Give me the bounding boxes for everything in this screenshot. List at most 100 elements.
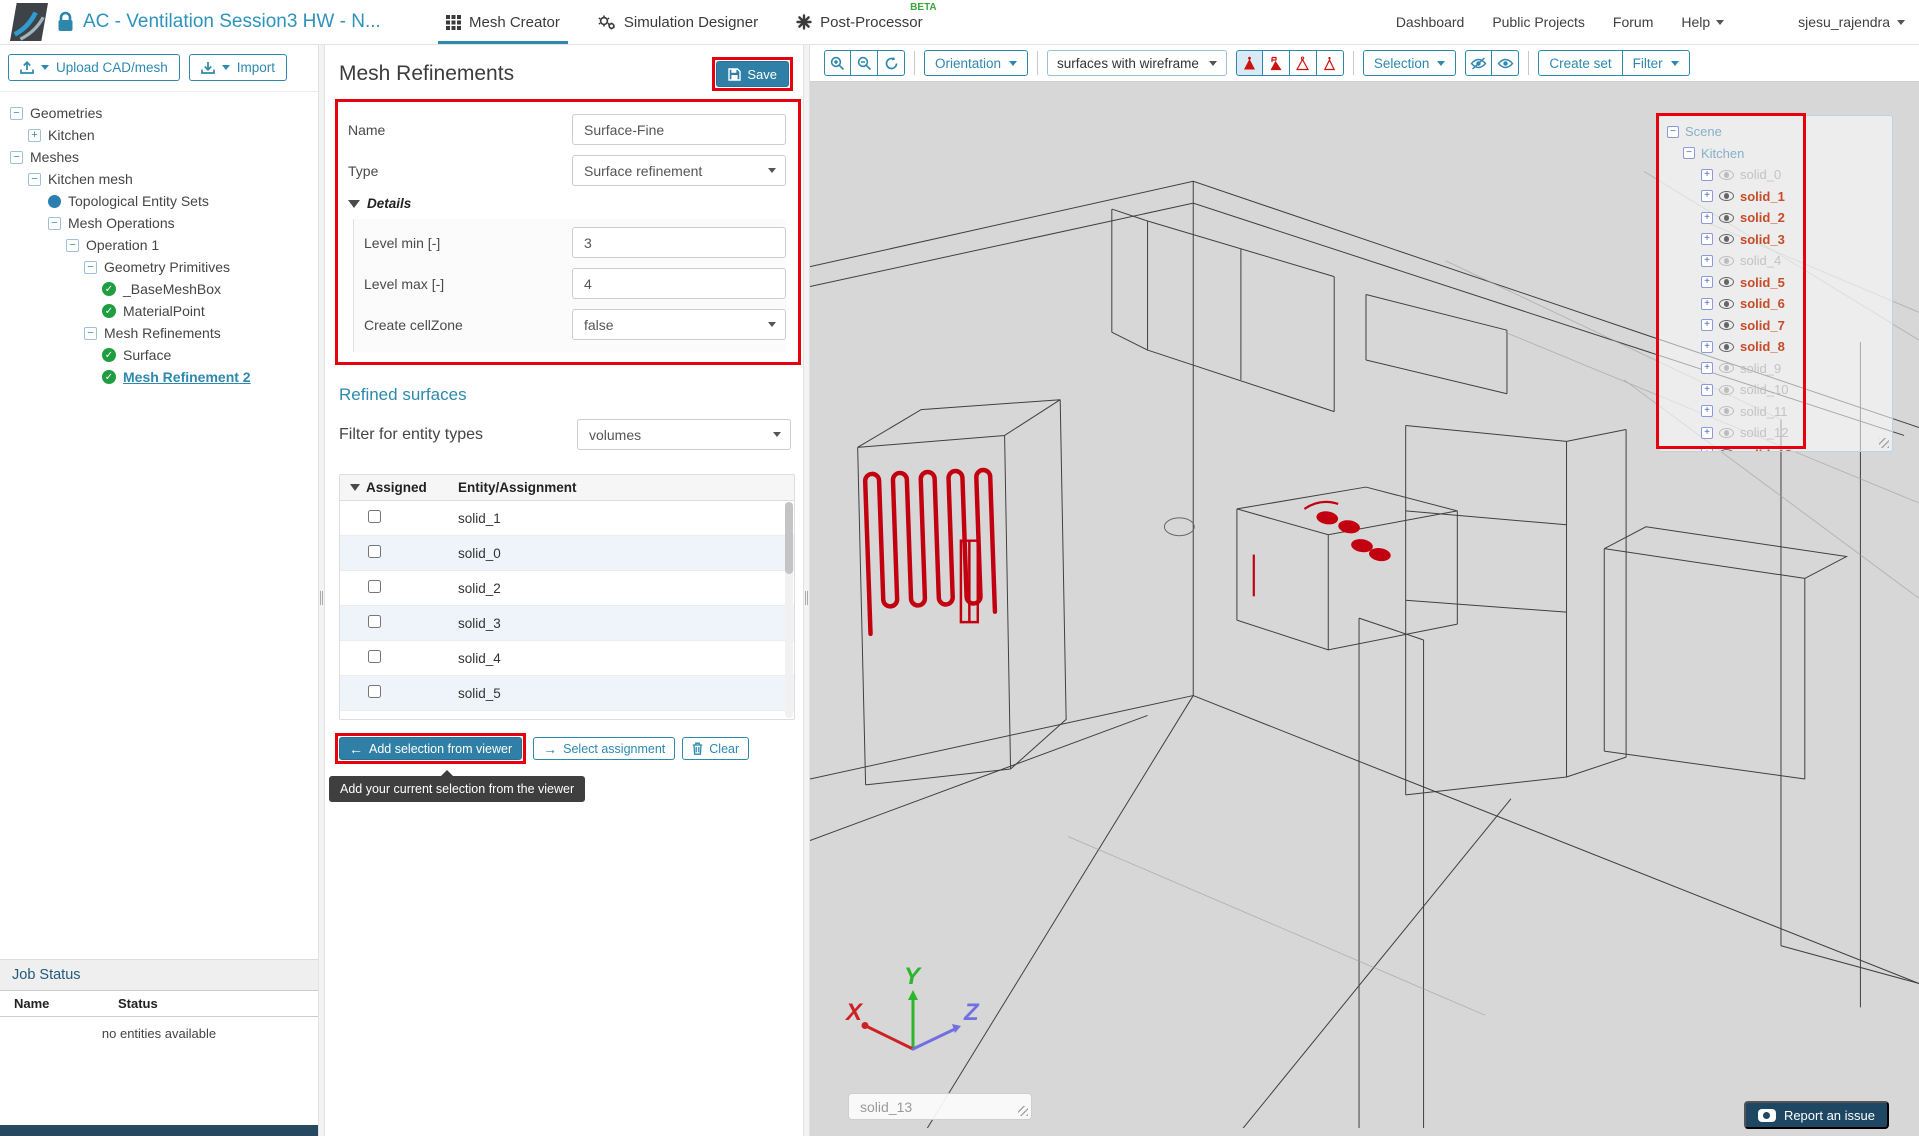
cellzone-select[interactable]: false (572, 309, 786, 340)
overlay-solid-node[interactable]: solid_13 (1701, 444, 1884, 451)
user-menu[interactable]: sjesu_rajendra (1798, 14, 1905, 30)
filter-dropdown[interactable]: Filter (1622, 50, 1690, 76)
panel-resize-handle[interactable] (318, 45, 325, 1136)
expand-icon[interactable] (1701, 319, 1713, 332)
upload-cad-mesh-button[interactable]: Upload CAD/mesh (8, 54, 180, 81)
resize-handle-icon[interactable] (1879, 438, 1889, 448)
overlay-solid-node[interactable]: solid_2 (1701, 207, 1884, 229)
eye-icon[interactable] (1719, 406, 1734, 417)
select-assignment-button[interactable]: → Select assignment (533, 737, 676, 760)
expand-icon[interactable] (1701, 168, 1713, 181)
overlay-solid-node[interactable]: solid_4 (1701, 250, 1884, 272)
overlay-solid-node[interactable]: solid_0 (1701, 164, 1884, 186)
nav-forum[interactable]: Forum (1613, 14, 1653, 30)
marker-cone-flag-button[interactable] (1262, 50, 1290, 76)
tree-item-kitchen[interactable]: Kitchen (28, 124, 312, 146)
expand-icon[interactable] (1701, 233, 1713, 246)
add-selection-from-viewer-button[interactable]: ← Add selection from viewer (339, 737, 523, 760)
name-input[interactable] (572, 114, 786, 145)
tree-item-kitchen-mesh[interactable]: Kitchen mesh (28, 168, 312, 190)
eye-icon[interactable] (1719, 384, 1734, 395)
tree-item-mesh-operations[interactable]: Mesh Operations (48, 212, 312, 234)
details-section-header[interactable]: Details (348, 196, 786, 211)
eye-icon[interactable] (1719, 255, 1734, 266)
collapse-icon[interactable] (84, 260, 97, 274)
eye-icon[interactable] (1719, 169, 1734, 180)
collapse-icon[interactable] (1683, 147, 1695, 160)
entity-column-header[interactable]: Entity/Assignment (458, 480, 577, 495)
collapse-icon[interactable] (48, 216, 61, 230)
expand-icon[interactable] (1701, 340, 1713, 353)
expand-icon[interactable] (1701, 362, 1713, 375)
marker-cone-outline-button[interactable] (1289, 50, 1317, 76)
expand-icon[interactable] (1701, 383, 1713, 396)
assign-checkbox[interactable] (368, 685, 381, 698)
import-button[interactable]: Import (188, 54, 288, 81)
eye-icon[interactable] (1719, 298, 1734, 309)
show-selection-button[interactable] (1492, 50, 1520, 76)
report-issue-button[interactable]: Report an issue (1743, 1101, 1889, 1129)
expand-icon[interactable] (1701, 448, 1713, 451)
create-set-button[interactable]: Create set (1538, 50, 1623, 76)
viewer-3d-canvas[interactable]: Scene Kitchen solid_0 solid_1 (810, 82, 1919, 1136)
table-row[interactable]: solid_0 (340, 536, 794, 571)
collapse-icon[interactable] (28, 172, 41, 186)
tab-simulation-designer[interactable]: Simulation Designer (598, 0, 758, 44)
expand-icon[interactable] (1701, 254, 1713, 267)
assign-checkbox[interactable] (368, 650, 381, 663)
collapse-icon[interactable] (1667, 125, 1679, 138)
level-max-input[interactable] (572, 268, 786, 299)
eye-icon[interactable] (1719, 449, 1734, 451)
zoom-in-button[interactable] (824, 50, 851, 76)
table-scrollbar[interactable] (785, 502, 793, 718)
tree-item-basemeshbox[interactable]: _BaseMeshBox (102, 278, 312, 300)
table-row[interactable]: solid_2 (340, 571, 794, 606)
collapse-icon[interactable] (10, 106, 23, 120)
axes-orientation-gizmo[interactable]: Y X Z (838, 954, 988, 1079)
level-min-input[interactable] (572, 227, 786, 258)
type-select[interactable]: Surface refinement (572, 155, 786, 186)
tree-item-geometry-primitives[interactable]: Geometry Primitives (84, 256, 312, 278)
reset-view-button[interactable] (878, 50, 905, 76)
tree-item-mesh-refinement-2[interactable]: Mesh Refinement 2 (102, 366, 312, 388)
stove-burners-highlight[interactable] (1316, 510, 1392, 563)
eye-icon[interactable] (1719, 363, 1734, 374)
overlay-scene-node[interactable]: Scene (1667, 121, 1884, 143)
assign-checkbox[interactable] (368, 545, 381, 558)
overlay-solid-node[interactable]: solid_6 (1701, 293, 1884, 315)
expand-icon[interactable] (1701, 276, 1713, 289)
expand-icon[interactable] (1701, 211, 1713, 224)
eye-icon[interactable] (1719, 320, 1734, 331)
table-row-clipped[interactable] (340, 711, 794, 719)
table-row[interactable]: solid_5 (340, 676, 794, 711)
tab-post-processor[interactable]: Post-Processor BETA (796, 0, 937, 44)
overlay-solid-node[interactable]: solid_12 (1701, 422, 1884, 444)
scrollbar-thumb[interactable] (785, 502, 793, 574)
expand-icon[interactable] (1701, 405, 1713, 418)
overlay-solid-node[interactable]: solid_9 (1701, 358, 1884, 380)
table-row[interactable]: solid_4 (340, 641, 794, 676)
tree-item-operation-1[interactable]: Operation 1 (66, 234, 312, 256)
overlay-solid-node[interactable]: solid_3 (1701, 229, 1884, 251)
collapse-icon[interactable] (84, 326, 97, 340)
assign-checkbox[interactable] (368, 580, 381, 593)
hide-selection-button[interactable] (1465, 50, 1493, 76)
overlay-solid-node[interactable]: solid_10 (1701, 379, 1884, 401)
expand-icon[interactable] (28, 128, 41, 142)
panel-resize-handle[interactable] (803, 45, 810, 1136)
nav-help-menu[interactable]: Help (1681, 14, 1725, 30)
zoom-out-button[interactable] (851, 50, 878, 76)
tree-item-materialpoint[interactable]: MaterialPoint (102, 300, 312, 322)
marker-cone-outline-dot-button[interactable] (1316, 50, 1344, 76)
eye-icon[interactable] (1719, 234, 1734, 245)
assign-checkbox[interactable] (368, 510, 381, 523)
clear-button[interactable]: Clear (682, 737, 750, 760)
nav-dashboard[interactable]: Dashboard (1396, 14, 1465, 30)
collapse-icon[interactable] (10, 150, 23, 164)
expand-icon[interactable] (1701, 426, 1713, 439)
tree-item-geometries[interactable]: Geometries (10, 102, 312, 124)
overlay-solid-node[interactable]: solid_8 (1701, 336, 1884, 358)
tree-item-meshes[interactable]: Meshes (10, 146, 312, 168)
overlay-solid-node[interactable]: solid_11 (1701, 401, 1884, 423)
entity-type-select[interactable]: volumes (577, 419, 791, 450)
